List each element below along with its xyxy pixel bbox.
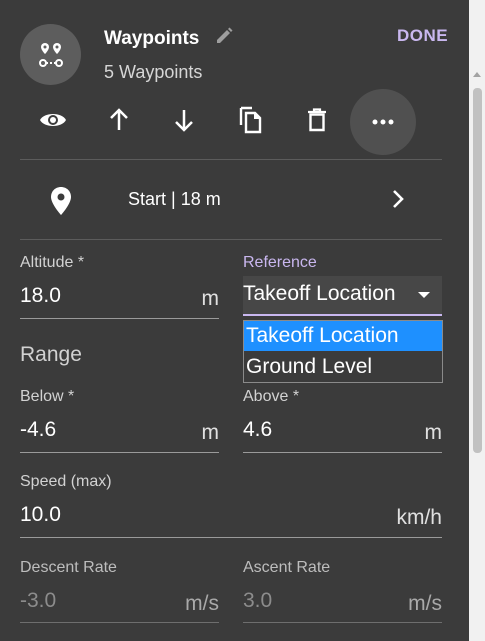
speed-label: Speed (max) — [20, 473, 112, 490]
speed-underline — [20, 537, 442, 538]
below-label: Below * — [20, 388, 75, 405]
ascent-rate-input[interactable]: 3.0 — [243, 589, 272, 613]
move-down-button[interactable] — [160, 96, 208, 144]
trash-icon — [308, 108, 326, 132]
edit-pencil-icon[interactable] — [214, 26, 234, 51]
visibility-button[interactable] — [29, 96, 77, 144]
reference-underline — [243, 314, 442, 316]
speed-unit: km/h — [396, 506, 442, 529]
reference-label: Reference — [243, 254, 317, 271]
start-divider — [20, 239, 442, 240]
below-underline — [20, 452, 219, 453]
done-button[interactable]: DONE — [397, 26, 448, 46]
location-pin-icon — [51, 187, 71, 215]
ascent-rate-underline — [243, 622, 442, 623]
descent-rate-underline — [20, 622, 219, 623]
more-options-button[interactable] — [350, 89, 416, 155]
above-label: Above * — [243, 388, 300, 405]
ascent-rate-label: Ascent Rate — [243, 559, 331, 576]
ascent-rate-unit: m/s — [408, 592, 442, 615]
panel-title: Waypoints — [104, 28, 200, 49]
chevron-right-icon — [393, 190, 404, 208]
reference-selected-value: Takeoff Location — [243, 282, 396, 305]
start-waypoint-label: Start | 18 m — [128, 189, 221, 209]
reference-dropdown-list: Takeoff Location Ground Level — [243, 320, 443, 383]
range-heading: Range — [20, 343, 82, 366]
descent-rate-unit: m/s — [185, 592, 219, 615]
reference-select[interactable]: Takeoff Location — [243, 276, 442, 314]
eye-icon — [40, 114, 66, 126]
altitude-label: Altitude * — [20, 254, 85, 271]
arrow-up-icon — [110, 108, 128, 130]
toolbar-divider — [20, 159, 442, 160]
descent-rate-input[interactable]: -3.0 — [20, 589, 56, 613]
reference-option-takeoff-location[interactable]: Takeoff Location — [244, 321, 442, 351]
start-waypoint-row[interactable]: Start | 18 m — [20, 170, 442, 230]
scrollbar-thumb[interactable] — [473, 88, 482, 453]
more-horizontal-icon — [372, 119, 394, 125]
reference-option-ground-level[interactable]: Ground Level — [244, 352, 442, 382]
scroll-up-arrow-icon[interactable] — [473, 72, 481, 77]
altitude-underline — [20, 318, 219, 319]
delete-button[interactable] — [293, 96, 341, 144]
move-up-button[interactable] — [95, 96, 143, 144]
speed-input[interactable]: 10.0 — [20, 503, 61, 527]
altitude-unit: m — [201, 287, 220, 310]
altitude-input[interactable]: 18.0 — [20, 284, 61, 308]
copy-icon — [239, 106, 262, 134]
above-unit: m — [424, 421, 443, 444]
arrow-down-icon — [175, 110, 193, 132]
below-input[interactable]: -4.6 — [20, 418, 56, 442]
descent-rate-label: Descent Rate — [20, 559, 117, 576]
waypoints-route-icon — [20, 24, 81, 85]
dropdown-caret-icon — [418, 292, 430, 298]
copy-button[interactable] — [226, 96, 274, 144]
above-underline — [243, 452, 442, 453]
above-input[interactable]: 4.6 — [243, 418, 272, 442]
below-unit: m — [201, 421, 220, 444]
waypoint-count: 5 Waypoints — [104, 62, 203, 82]
waypoints-panel: Waypoints 5 Waypoints DONE Start | 18 m … — [0, 0, 469, 641]
